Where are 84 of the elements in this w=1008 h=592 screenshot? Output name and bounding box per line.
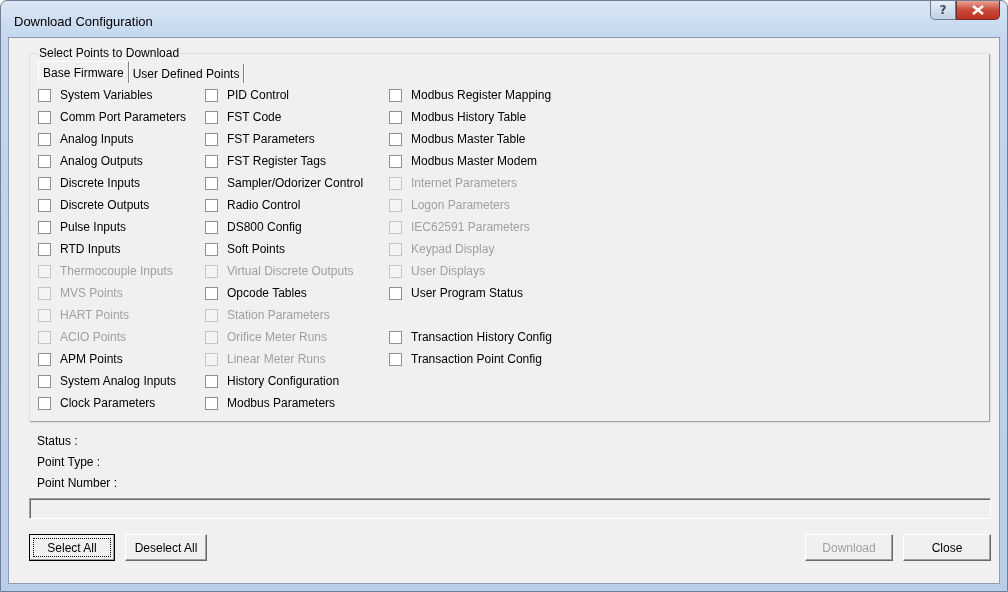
checkbox-label: Pulse Inputs xyxy=(60,220,127,234)
checkbox[interactable] xyxy=(38,242,51,256)
checkbox[interactable] xyxy=(389,88,402,102)
checkbox-label: FST Code xyxy=(227,110,282,124)
checkbox[interactable] xyxy=(205,88,218,102)
checkbox[interactable] xyxy=(389,154,402,168)
checkbox-label: DS800 Config xyxy=(227,220,302,234)
checkbox-label: Modbus Master Modem xyxy=(411,154,538,168)
checkbox-label: RTD Inputs xyxy=(60,242,121,256)
checkbox-label: Opcode Tables xyxy=(227,286,307,300)
window-title: Download Configuration xyxy=(13,12,153,29)
help-button[interactable]: ? xyxy=(930,1,956,20)
dialog-button[interactable]: Deselect All xyxy=(125,534,207,561)
checkbox-label: Keypad Display xyxy=(411,242,495,256)
checkbox-label: System Analog Inputs xyxy=(60,374,177,388)
checkbox-label: User Program Status xyxy=(411,286,524,300)
checkbox[interactable] xyxy=(38,154,51,168)
checkbox-label: Modbus Parameters xyxy=(227,396,336,410)
status-label: Status : xyxy=(37,433,79,450)
tab[interactable]: User Defined Points xyxy=(128,64,245,83)
checkbox-label: Discrete Inputs xyxy=(60,176,141,190)
checkbox-label: Thermocouple Inputs xyxy=(60,264,173,278)
checkbox[interactable] xyxy=(38,374,51,388)
checkbox-label: Clock Parameters xyxy=(60,396,156,410)
checkbox[interactable] xyxy=(389,286,402,300)
checkbox-label: FST Register Tags xyxy=(227,154,326,168)
checkbox[interactable] xyxy=(205,154,218,168)
checkbox[interactable] xyxy=(389,110,402,124)
checkbox-label: User Displays xyxy=(411,264,485,278)
checkbox[interactable] xyxy=(38,220,51,234)
checkbox-label: MVS Points xyxy=(60,286,123,300)
checkbox[interactable] xyxy=(205,132,218,146)
checkbox[interactable] xyxy=(38,110,51,124)
checkbox-label: Station Parameters xyxy=(227,308,330,322)
checkbox[interactable] xyxy=(205,286,218,300)
checkbox-label: Virtual Discrete Outputs xyxy=(227,264,354,278)
checkbox[interactable] xyxy=(205,198,218,212)
checkbox[interactable] xyxy=(38,198,51,212)
checkbox[interactable] xyxy=(205,176,218,190)
checkbox[interactable] xyxy=(38,88,51,102)
checkbox-label: Analog Inputs xyxy=(60,132,134,146)
status-label: Point Number : xyxy=(37,475,119,492)
checkbox[interactable] xyxy=(38,396,51,410)
checkbox[interactable] xyxy=(389,330,402,344)
checkbox-label: History Configuration xyxy=(227,374,340,388)
checkbox-label: FST Parameters xyxy=(227,132,315,146)
checkbox[interactable] xyxy=(205,220,218,234)
checkbox[interactable] xyxy=(389,352,402,366)
checkbox[interactable] xyxy=(205,242,218,256)
checkbox-label: Modbus History Table xyxy=(411,110,527,124)
checkbox-label: Soft Points xyxy=(227,242,286,256)
checkbox-label: Internet Parameters xyxy=(411,176,518,190)
tab[interactable]: Base Firmware xyxy=(38,61,129,83)
checkbox-label: Analog Outputs xyxy=(60,154,143,168)
checkbox[interactable] xyxy=(38,132,51,146)
checkbox-label: System Variables xyxy=(60,88,153,102)
close-icon xyxy=(972,5,984,15)
checkbox-label: Comm Port Parameters xyxy=(60,110,187,124)
checkbox-label: Linear Meter Runs xyxy=(227,352,326,366)
dialog-button[interactable]: Select All xyxy=(29,534,115,561)
close-button[interactable] xyxy=(956,1,1000,20)
group-title: Select Points to Download xyxy=(38,46,181,60)
checkbox-label: APM Points xyxy=(60,352,123,366)
checkbox-label: Logon Parameters xyxy=(411,198,510,212)
checkbox-label: Sampler/Odorizer Control xyxy=(227,176,364,190)
status-label: Point Type : xyxy=(37,454,102,471)
checkbox-label: Radio Control xyxy=(227,198,301,212)
checkbox[interactable] xyxy=(38,176,51,190)
checkbox-label: Transaction History Config xyxy=(411,330,552,344)
checkbox[interactable] xyxy=(205,374,218,388)
checkbox-label: Modbus Master Table xyxy=(411,132,526,146)
checkbox-label: Transaction Point Config xyxy=(411,352,542,366)
checkbox[interactable] xyxy=(205,110,218,124)
checkbox-label: IEC62591 Parameters xyxy=(411,220,530,234)
checkbox[interactable] xyxy=(38,352,51,366)
checkbox-label: Orifice Meter Runs xyxy=(227,330,328,344)
checkbox-label: Discrete Outputs xyxy=(60,198,150,212)
dialog-button[interactable]: Close xyxy=(903,534,991,561)
checkbox-label: Modbus Register Mapping xyxy=(411,88,552,102)
checkbox[interactable] xyxy=(389,132,402,146)
checkbox[interactable] xyxy=(205,396,218,410)
checkbox-label: ACIO Points xyxy=(60,330,127,344)
checkbox-label: PID Control xyxy=(227,88,290,102)
checkbox-label: HART Points xyxy=(60,308,129,322)
